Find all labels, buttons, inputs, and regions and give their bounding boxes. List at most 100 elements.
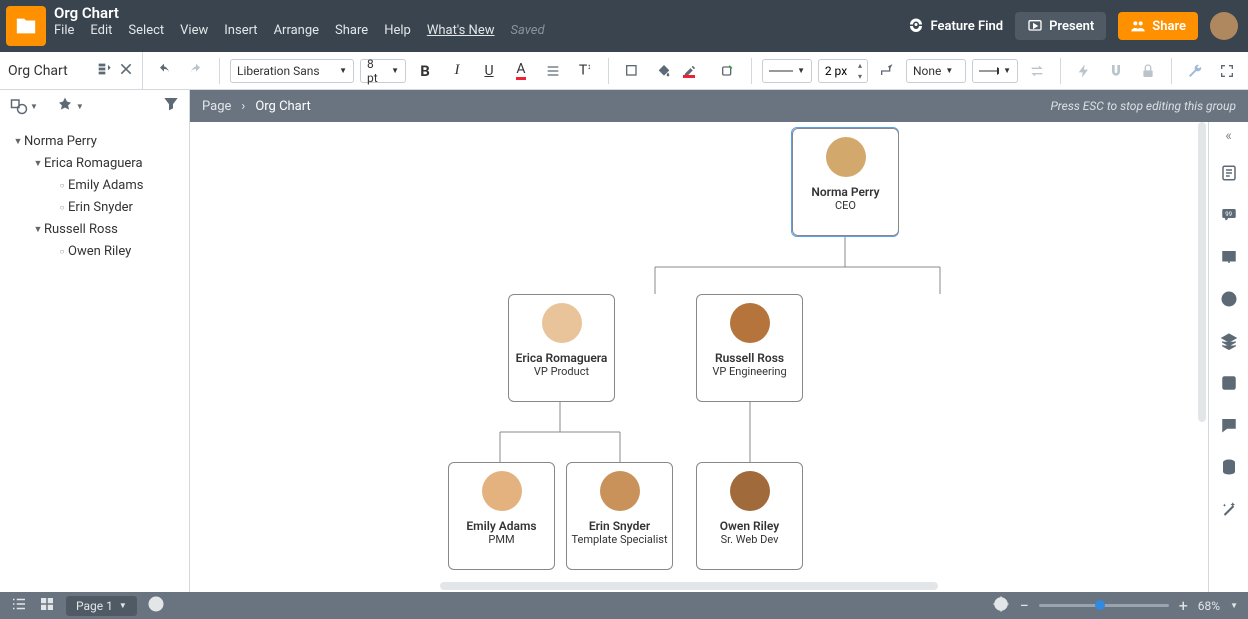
org-node-pmm[interactable]: Emily Adams PMM [448, 462, 555, 570]
node-name: Erin Snyder [589, 519, 650, 533]
menu-view[interactable]: View [180, 23, 208, 38]
node-role: VP Product [534, 365, 589, 378]
magnet-button[interactable] [1103, 58, 1129, 84]
shapes-panel-icon[interactable]: ▼ [10, 97, 38, 115]
node-name: Russell Ross [715, 351, 784, 365]
menu-select[interactable]: Select [128, 23, 164, 38]
node-role: CEO [835, 199, 856, 212]
align-button[interactable] [540, 58, 566, 84]
lock-button[interactable] [1135, 58, 1161, 84]
org-node-ceo[interactable]: Norma Perry CEO [792, 128, 899, 236]
outline-item[interactable]: ○Emily Adams [4, 174, 185, 196]
layers-icon[interactable] [1220, 332, 1238, 354]
collapse-right-icon[interactable]: « [1225, 128, 1232, 144]
list-view-icon[interactable] [10, 595, 28, 616]
line-start-select[interactable]: None▼ [906, 59, 966, 83]
present-label: Present [1049, 19, 1094, 34]
history-icon[interactable] [1220, 290, 1238, 312]
share-button[interactable]: Share [1118, 12, 1198, 40]
app-logo[interactable] [6, 6, 46, 46]
outline-item[interactable]: ▼Erica Romaguera [4, 152, 185, 174]
org-node-sr-web-dev[interactable]: Owen Riley Sr. Web Dev [696, 462, 803, 570]
target-icon[interactable] [992, 595, 1010, 616]
menu-help[interactable]: Help [384, 23, 411, 38]
canvas[interactable]: Norma Perry CEO Erica Romaguera VP Produ… [190, 122, 1208, 592]
outline-close-icon[interactable] [118, 61, 134, 81]
underline-button[interactable]: U [476, 58, 502, 84]
fill-button[interactable] [619, 58, 645, 84]
feature-find-label: Feature Find [931, 19, 1004, 34]
avatar-icon [730, 471, 770, 511]
editing-hint: Press ESC to stop editing this group [1050, 99, 1236, 113]
font-size-select[interactable]: 8 pt▼ [360, 59, 406, 83]
bucket-button[interactable] [651, 58, 677, 84]
redo-button[interactable] [183, 58, 209, 84]
menu-share[interactable]: Share [335, 23, 368, 38]
avatar-icon [730, 303, 770, 343]
comments-icon[interactable]: 99 [1220, 206, 1238, 228]
doc-title[interactable]: Org Chart [52, 4, 907, 22]
outline-item[interactable]: ○Erin Snyder [4, 196, 185, 218]
user-avatar[interactable] [1210, 12, 1238, 40]
avatar-icon [600, 471, 640, 511]
zoom-in-button[interactable]: + [1179, 596, 1188, 615]
grid-view-icon[interactable] [38, 595, 56, 616]
add-page-button[interactable] [147, 595, 165, 616]
line-style-select[interactable]: ▼ [762, 59, 812, 83]
outline-item[interactable]: ▼Russell Ross [4, 218, 185, 240]
outline-item[interactable]: ○Owen Riley [4, 240, 185, 262]
avatar-icon [482, 471, 522, 511]
magic-icon[interactable] [1220, 500, 1238, 522]
right-panel: « 99 [1208, 122, 1248, 592]
horizontal-scrollbar[interactable] [440, 582, 938, 590]
font-family-select[interactable]: Liberation Sans▼ [230, 59, 354, 83]
action-button[interactable] [1071, 58, 1097, 84]
outline-item[interactable]: ▼Norma Perry [4, 130, 185, 152]
filter-icon[interactable] [163, 96, 179, 116]
node-name: Erica Romaguera [516, 351, 608, 365]
data-icon[interactable] [1220, 458, 1238, 480]
menu-file[interactable]: File [54, 23, 74, 38]
properties-icon[interactable] [1220, 164, 1238, 186]
line-end-select[interactable]: ▼ [972, 59, 1018, 83]
org-node-vp-product[interactable]: Erica Romaguera VP Product [508, 294, 615, 402]
org-node-vp-engineering[interactable]: Russell Ross VP Engineering [696, 294, 803, 402]
outline-settings-icon[interactable] [96, 61, 112, 81]
line-width-value[interactable] [819, 64, 853, 78]
org-node-template-specialist[interactable]: Erin Snyder Template Specialist [566, 462, 673, 570]
zoom-slider[interactable] [1039, 604, 1169, 607]
smart-shapes-icon[interactable]: ▼ [56, 97, 84, 115]
border-color-button[interactable] [683, 58, 709, 84]
node-role: Sr. Web Dev [721, 533, 779, 546]
chat-icon[interactable] [1220, 416, 1238, 438]
present-button[interactable]: Present [1015, 12, 1106, 40]
breadcrumb-page[interactable]: Page [202, 99, 231, 114]
feature-find-button[interactable]: Feature Find [907, 17, 1004, 35]
page-tab[interactable]: Page 1▼ [66, 596, 137, 616]
bold-button[interactable]: B [412, 58, 438, 84]
italic-button[interactable]: I [444, 58, 470, 84]
zoom-out-button[interactable]: − [1020, 596, 1029, 615]
menu-edit[interactable]: Edit [90, 23, 112, 38]
node-role: VP Engineering [712, 365, 786, 378]
shape-options-button[interactable] [715, 58, 741, 84]
text-color-button[interactable]: A [508, 58, 534, 84]
image-icon[interactable] [1220, 374, 1238, 396]
zoom-level[interactable]: 68% [1198, 599, 1220, 613]
share-label: Share [1152, 19, 1186, 34]
menu-arrange[interactable]: Arrange [274, 23, 319, 38]
menu-insert[interactable]: Insert [224, 23, 257, 38]
undo-button[interactable] [151, 58, 177, 84]
wrench-button[interactable] [1182, 58, 1208, 84]
swap-ends-button[interactable] [1024, 58, 1050, 84]
node-name: Emily Adams [466, 519, 536, 533]
breadcrumb-current[interactable]: Org Chart [255, 99, 310, 114]
menu-whats-new[interactable]: What's New [427, 23, 495, 38]
vertical-scrollbar[interactable] [1198, 122, 1206, 422]
slides-icon[interactable] [1220, 248, 1238, 270]
text-options-button[interactable]: T↕ [572, 58, 598, 84]
node-role: Template Specialist [571, 533, 667, 546]
fullscreen-button[interactable] [1214, 58, 1240, 84]
line-shape-button[interactable] [874, 58, 900, 84]
line-width-input[interactable]: ▴▾ [818, 59, 868, 83]
